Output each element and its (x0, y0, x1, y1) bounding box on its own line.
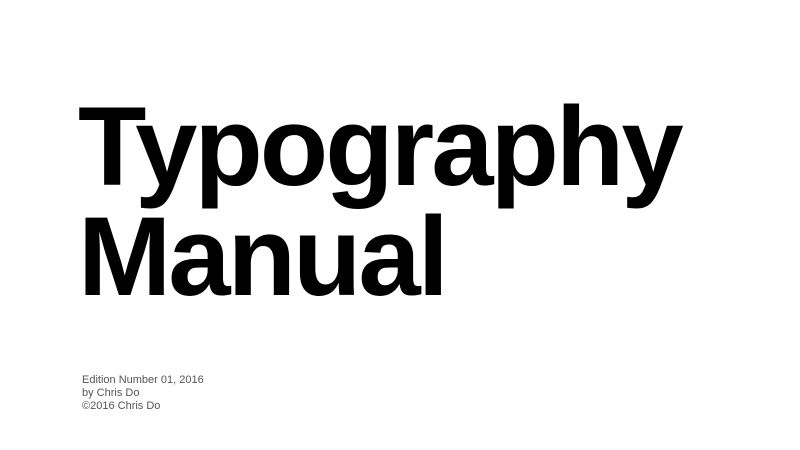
credits: Edition Number 01, 2016 by Chris Do ©201… (82, 374, 204, 413)
copyright-text: ©2016 Chris Do (82, 400, 161, 412)
title-line-2: Manual (78, 194, 449, 319)
author-text: by Chris Do (82, 387, 140, 399)
page-title: Typography Manual (78, 84, 684, 319)
edition-text: Edition Number 01, 2016 (82, 374, 204, 386)
title-line-1: Typography (78, 84, 684, 209)
